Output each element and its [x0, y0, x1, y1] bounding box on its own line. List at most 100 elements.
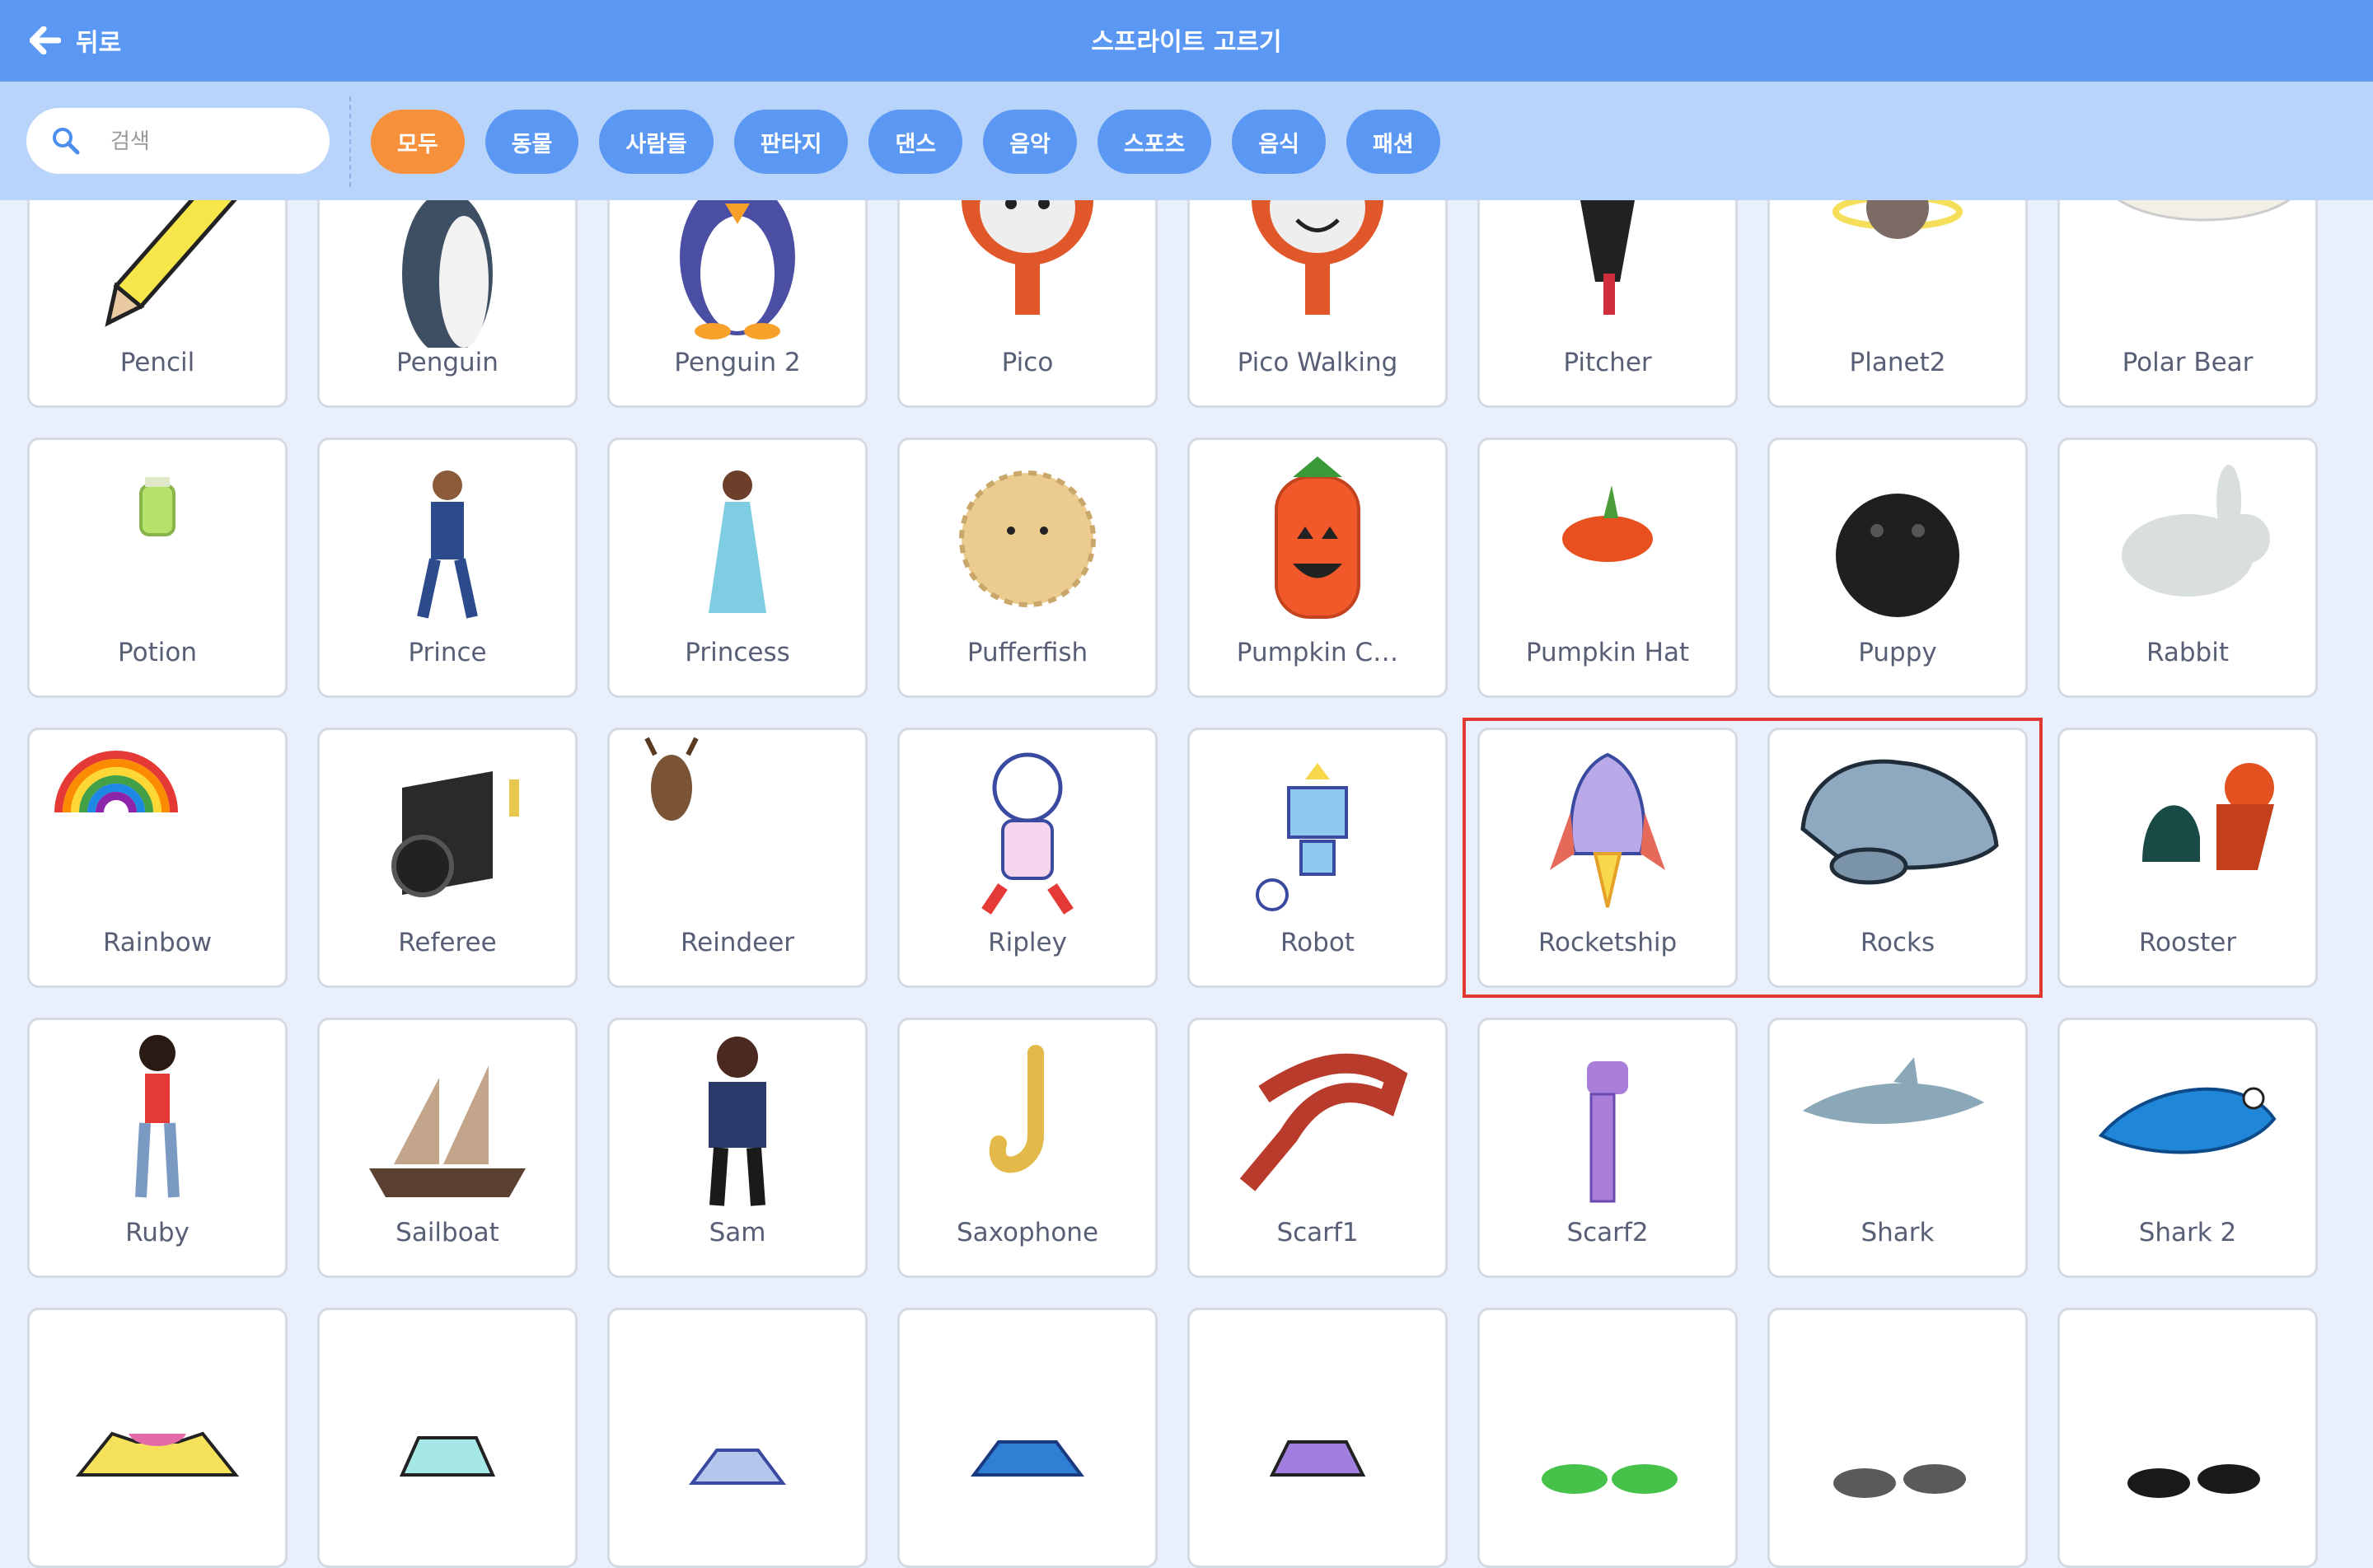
sprite-tile[interactable]: Pumpkin C…: [1187, 438, 1448, 698]
pufferfish-icon: [959, 470, 1096, 607]
category-chip[interactable]: 동물: [484, 110, 579, 174]
sprite-tile[interactable]: [607, 1308, 868, 1568]
sprite-tile[interactable]: Rabbit: [2057, 438, 2318, 698]
category-chip[interactable]: 사람들: [599, 110, 714, 174]
sprite-tile[interactable]: Sam: [607, 1018, 868, 1278]
sprite-tile[interactable]: Pumpkin Hat: [1477, 438, 1738, 698]
rainbow-icon: [54, 751, 178, 813]
sprite-label: Shark 2: [2138, 1218, 2237, 1247]
sprite-tile[interactable]: [317, 1308, 578, 1568]
sprite-label: Rocks: [1860, 928, 1935, 957]
sam-icon: [709, 1037, 766, 1206]
page-title: 스프라이트 고르기: [1091, 28, 1282, 57]
sprite-tile[interactable]: Sailboat: [317, 1018, 578, 1278]
sprite-tile[interactable]: Rocks: [1767, 728, 2028, 988]
category-chip[interactable]: 모두: [371, 110, 465, 174]
sprite-label: Princess: [685, 638, 790, 667]
sprite-tile[interactable]: [2057, 1308, 2318, 1568]
sprite-tile[interactable]: Scarf1: [1187, 1018, 1448, 1278]
rooster-icon: [2142, 763, 2274, 870]
sprite-tile[interactable]: Prince: [317, 438, 578, 698]
scarf2-icon: [1587, 1061, 1628, 1203]
sprite-tile[interactable]: [897, 1308, 1158, 1568]
sprite-label: Pufferfish: [967, 638, 1088, 667]
shirt-collar-icon: [689, 1449, 786, 1485]
sprite-tile[interactable]: Shark 2: [2057, 1018, 2318, 1278]
black-sneakers-icon: [2127, 1464, 2260, 1498]
sprite-label: Sam: [709, 1218, 766, 1247]
sprite-label: Potion: [118, 638, 197, 667]
sprite-label: Polar Bear: [2122, 348, 2254, 377]
sprite-tile[interactable]: Puppy: [1767, 438, 2028, 698]
blouse-icon: [399, 1436, 496, 1477]
sprite-tile[interactable]: Robot: [1187, 728, 1448, 988]
ripley-icon: [981, 752, 1074, 915]
sprite-label: Pumpkin C…: [1236, 638, 1399, 667]
top-bar: 뒤로 스프라이트 고르기: [0, 0, 2373, 82]
sprite-label: Pico: [1001, 348, 1054, 377]
sprite-label: Rabbit: [2146, 638, 2229, 667]
search-icon: [53, 128, 80, 155]
sprite-label: Penguin 2: [674, 348, 801, 377]
shark-2-icon: [2098, 1087, 2277, 1154]
sprite-tile[interactable]: [1477, 1308, 1738, 1568]
category-chip[interactable]: 댄스: [868, 110, 963, 174]
sprite-tile[interactable]: Ripley: [897, 728, 1158, 988]
sprite-tile[interactable]: Princess: [607, 438, 868, 698]
sprite-tile[interactable]: Shark: [1767, 1018, 2028, 1278]
gray-shoes-icon: [1833, 1464, 1966, 1498]
green-sneakers-icon: [1542, 1464, 1678, 1494]
sprite-tile[interactable]: Ruby: [27, 1018, 288, 1278]
purple-shirt-icon: [1269, 1440, 1366, 1477]
sprite-label: Pico Walking: [1237, 348, 1398, 377]
sprite-label: Scarf1: [1276, 1218, 1359, 1247]
sailboat-icon: [369, 1065, 526, 1197]
sprite-grid: Pencil Penguin Penguin 2 Pico Pico Walking Pi…: [0, 0, 2373, 1568]
sprite-label: Referee: [398, 928, 497, 957]
sprite-tile[interactable]: [1767, 1308, 2028, 1568]
search-input[interactable]: [109, 123, 310, 161]
sprite-label: Penguin: [396, 348, 498, 377]
sprite-tile[interactable]: Rooster: [2057, 728, 2318, 988]
robot-icon: [1256, 763, 1348, 911]
sprite-label: Shark: [1860, 1218, 1935, 1247]
category-chip[interactable]: 음악: [983, 110, 1077, 174]
sprite-tile[interactable]: Scarf2: [1477, 1018, 1738, 1278]
sprite-tile[interactable]: [27, 1308, 288, 1568]
sprite-label: Pencil: [119, 348, 195, 377]
sprite-tile[interactable]: Rocketship: [1477, 728, 1738, 988]
ruby-icon: [135, 1035, 180, 1198]
rabbit-icon: [2122, 465, 2270, 597]
sprite-label: Robot: [1280, 928, 1355, 957]
sprite-tile[interactable]: Saxophone: [897, 1018, 1158, 1278]
pumpkin-costume-icon: [1275, 456, 1360, 619]
puppy-icon: [1836, 494, 1959, 617]
search-box[interactable]: [26, 108, 330, 174]
sprite-label: Ripley: [988, 928, 1067, 957]
rocks-icon: [1800, 759, 1999, 885]
sprite-label: Planet2: [1849, 348, 1946, 377]
sprite-tile[interactable]: Pufferfish: [897, 438, 1158, 698]
sprite-tile[interactable]: Rainbow: [27, 728, 288, 988]
sprite-tile[interactable]: Potion: [27, 438, 288, 698]
reindeer-icon: [644, 737, 699, 821]
category-chip[interactable]: 패션: [1346, 110, 1440, 174]
sprite-tile[interactable]: Referee: [317, 728, 578, 988]
sprite-label: Rocketship: [1538, 928, 1678, 957]
pumpkin-hat-icon: [1562, 485, 1653, 562]
sprite-label: Reindeer: [680, 928, 795, 957]
scarf1-icon: [1239, 1053, 1408, 1191]
shirt-icon: [75, 1431, 240, 1477]
sprite-label: Pumpkin Hat: [1525, 638, 1690, 667]
category-chip[interactable]: 스포츠: [1097, 110, 1212, 174]
sprite-tile[interactable]: [1187, 1308, 1448, 1568]
prince-icon: [417, 470, 478, 619]
sprite-tile[interactable]: Reindeer: [607, 728, 868, 988]
shark-icon: [1803, 1057, 1984, 1125]
sprite-label: Puppy: [1858, 638, 1937, 667]
category-chip[interactable]: 판타지: [733, 110, 849, 174]
category-chip[interactable]: 음식: [1232, 110, 1327, 174]
sprite-label: Ruby: [125, 1218, 190, 1247]
sprite-label: Sailboat: [396, 1218, 499, 1247]
sprite-label: Saxophone: [956, 1218, 1099, 1247]
